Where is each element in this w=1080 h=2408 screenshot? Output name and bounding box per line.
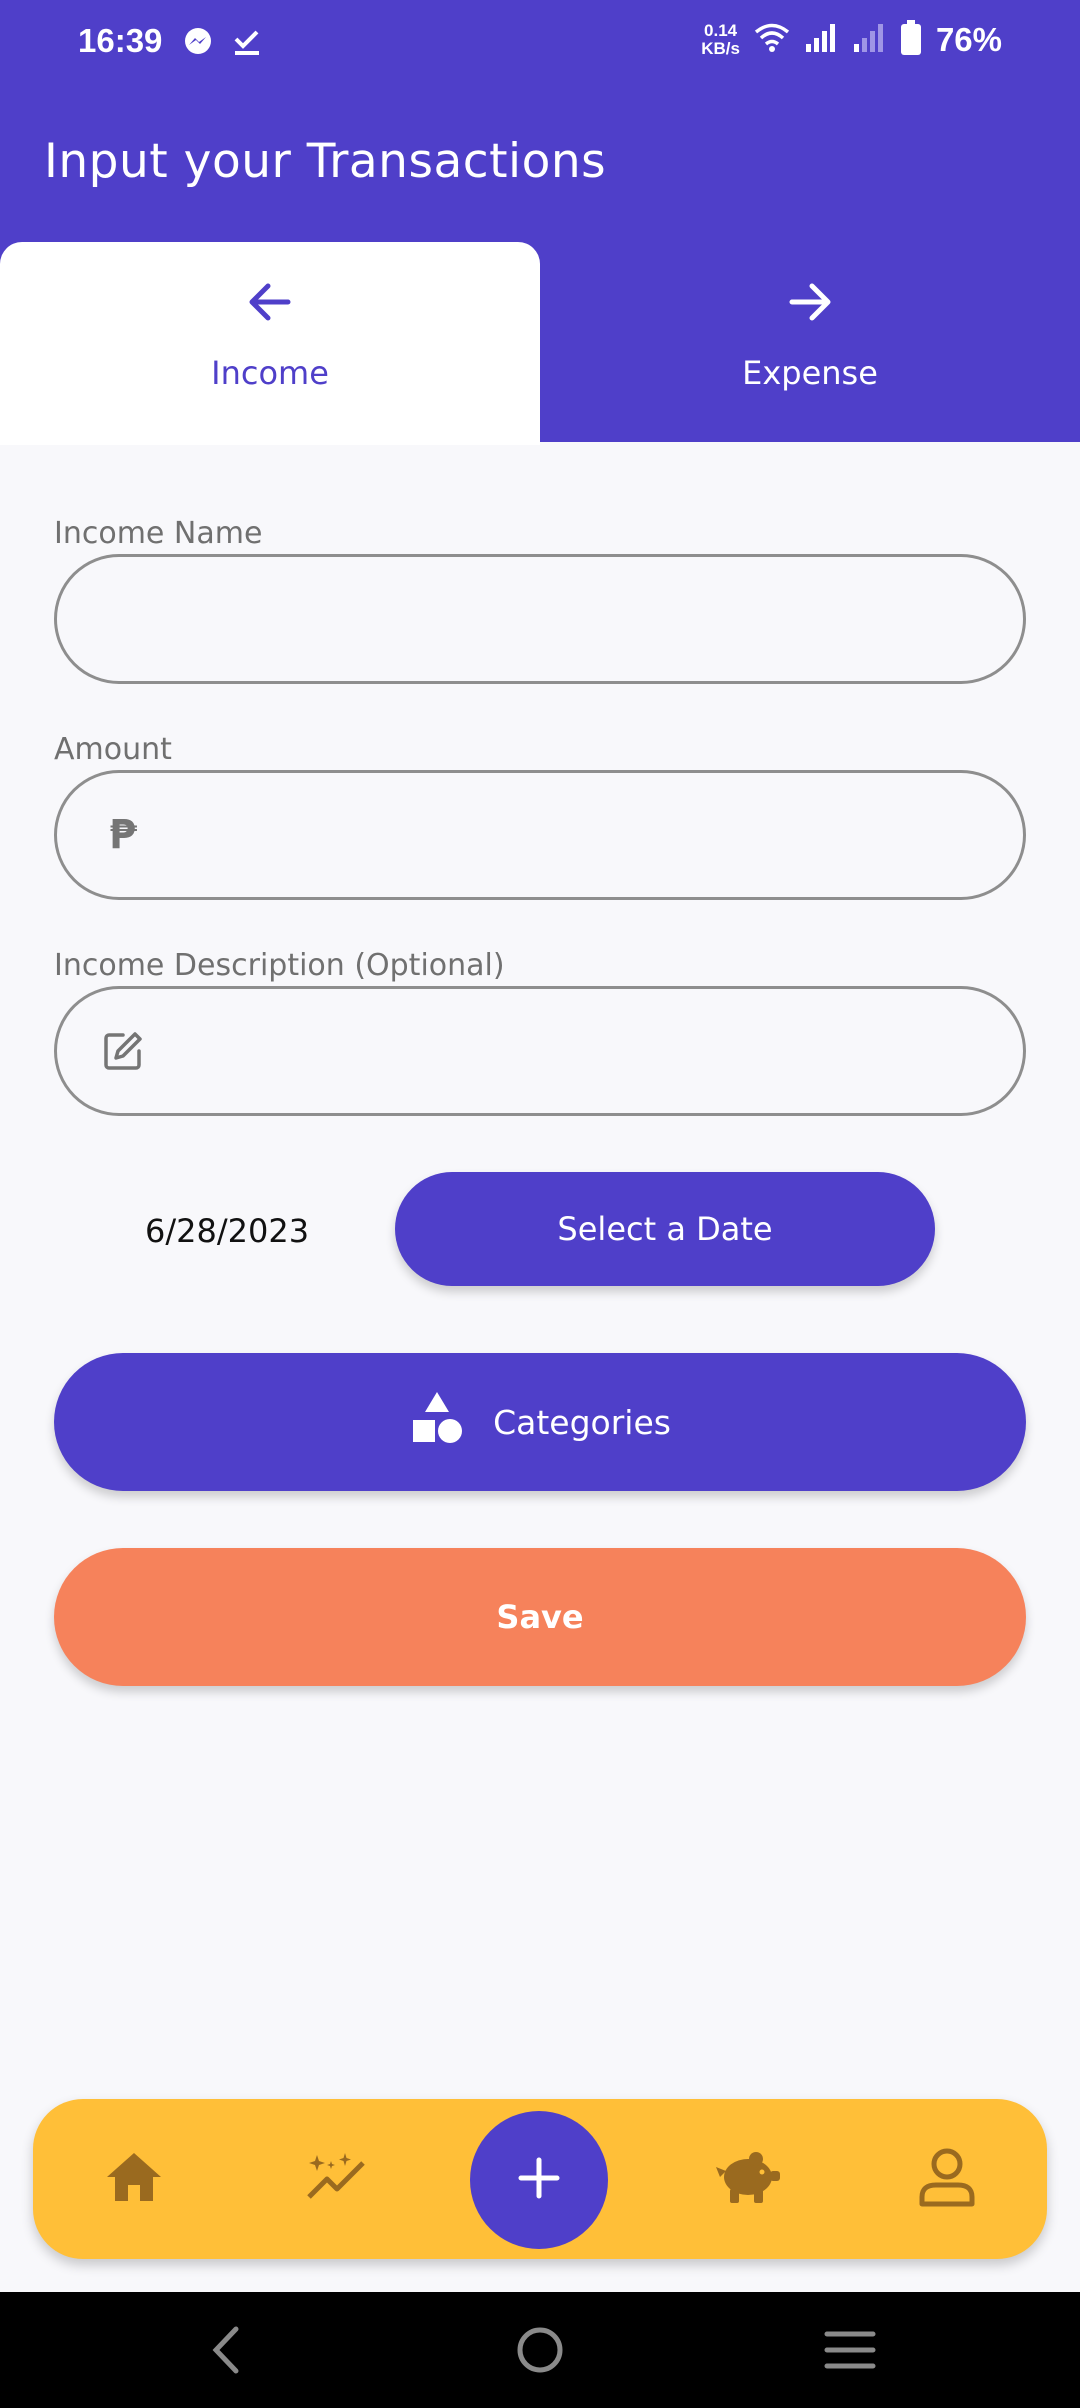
amount-field: ₱ xyxy=(54,770,1026,900)
app-header: Input your Transactions Income Expense xyxy=(0,90,1080,445)
add-icon xyxy=(517,2156,561,2204)
back-button[interactable] xyxy=(196,2322,256,2382)
tab-income-label: Income xyxy=(211,354,329,392)
page-title: Input your Transactions xyxy=(44,134,607,189)
nav-insights[interactable] xyxy=(297,2139,377,2219)
home-button[interactable] xyxy=(510,2322,570,2382)
tab-expense[interactable]: Expense xyxy=(540,242,1080,445)
select-date-button[interactable]: Select a Date xyxy=(395,1172,935,1286)
system-nav-bar xyxy=(0,2292,1080,2408)
amount-label: Amount xyxy=(54,732,172,767)
amount-input[interactable] xyxy=(145,773,1023,897)
categories-button[interactable]: Categories xyxy=(54,1353,1026,1491)
edit-icon xyxy=(101,1029,145,1073)
network-speed: 0.14 KB/s xyxy=(701,22,740,58)
piggy-bank-icon xyxy=(712,2147,782,2211)
status-time: 16:39 xyxy=(78,22,163,59)
network-speed-value: 0.14 xyxy=(704,21,738,40)
recents-button[interactable] xyxy=(820,2322,880,2382)
insights-icon xyxy=(305,2151,369,2207)
categories-label: Categories xyxy=(493,1402,671,1442)
income-name-label: Income Name xyxy=(54,516,263,551)
income-name-input[interactable] xyxy=(57,557,1023,681)
check-icon xyxy=(232,27,262,61)
currency-symbol: ₱ xyxy=(109,812,137,858)
battery-icon xyxy=(900,20,922,60)
peso-icon: ₱ xyxy=(101,812,145,858)
add-transaction-button[interactable] xyxy=(470,2111,608,2249)
status-system-icons: 0.14 KB/s 76% xyxy=(701,20,1002,60)
bottom-nav xyxy=(33,2099,1047,2259)
nav-home[interactable] xyxy=(94,2139,174,2219)
signal-weak-icon xyxy=(852,22,886,58)
profile-icon xyxy=(918,2147,976,2211)
home-icon xyxy=(105,2151,163,2207)
nav-savings[interactable] xyxy=(707,2139,787,2219)
save-button[interactable]: Save xyxy=(54,1548,1026,1686)
shapes-icon xyxy=(409,1390,465,1454)
tab-income[interactable]: Income xyxy=(0,242,540,445)
arrow-left-icon xyxy=(244,242,296,332)
signal-icon xyxy=(804,22,838,58)
status-bar: 16:39 0.14 KB/s 76% xyxy=(0,0,1080,90)
menu-icon xyxy=(824,2328,876,2376)
wifi-icon xyxy=(754,22,790,58)
battery-percent: 76% xyxy=(935,21,1002,58)
description-input[interactable] xyxy=(145,989,1023,1113)
messenger-icon xyxy=(182,26,214,62)
nav-profile[interactable] xyxy=(907,2139,987,2219)
income-name-field xyxy=(54,554,1026,684)
arrow-right-icon xyxy=(784,242,836,332)
status-notification-icons xyxy=(182,26,262,62)
description-field xyxy=(54,986,1026,1116)
network-speed-unit: KB/s xyxy=(701,39,740,58)
circle-home-icon xyxy=(515,2325,565,2379)
description-label: Income Description (Optional) xyxy=(54,948,505,983)
back-icon xyxy=(206,2325,246,2379)
selected-date: 6/28/2023 xyxy=(145,1212,310,1250)
tab-expense-label: Expense xyxy=(742,354,878,392)
